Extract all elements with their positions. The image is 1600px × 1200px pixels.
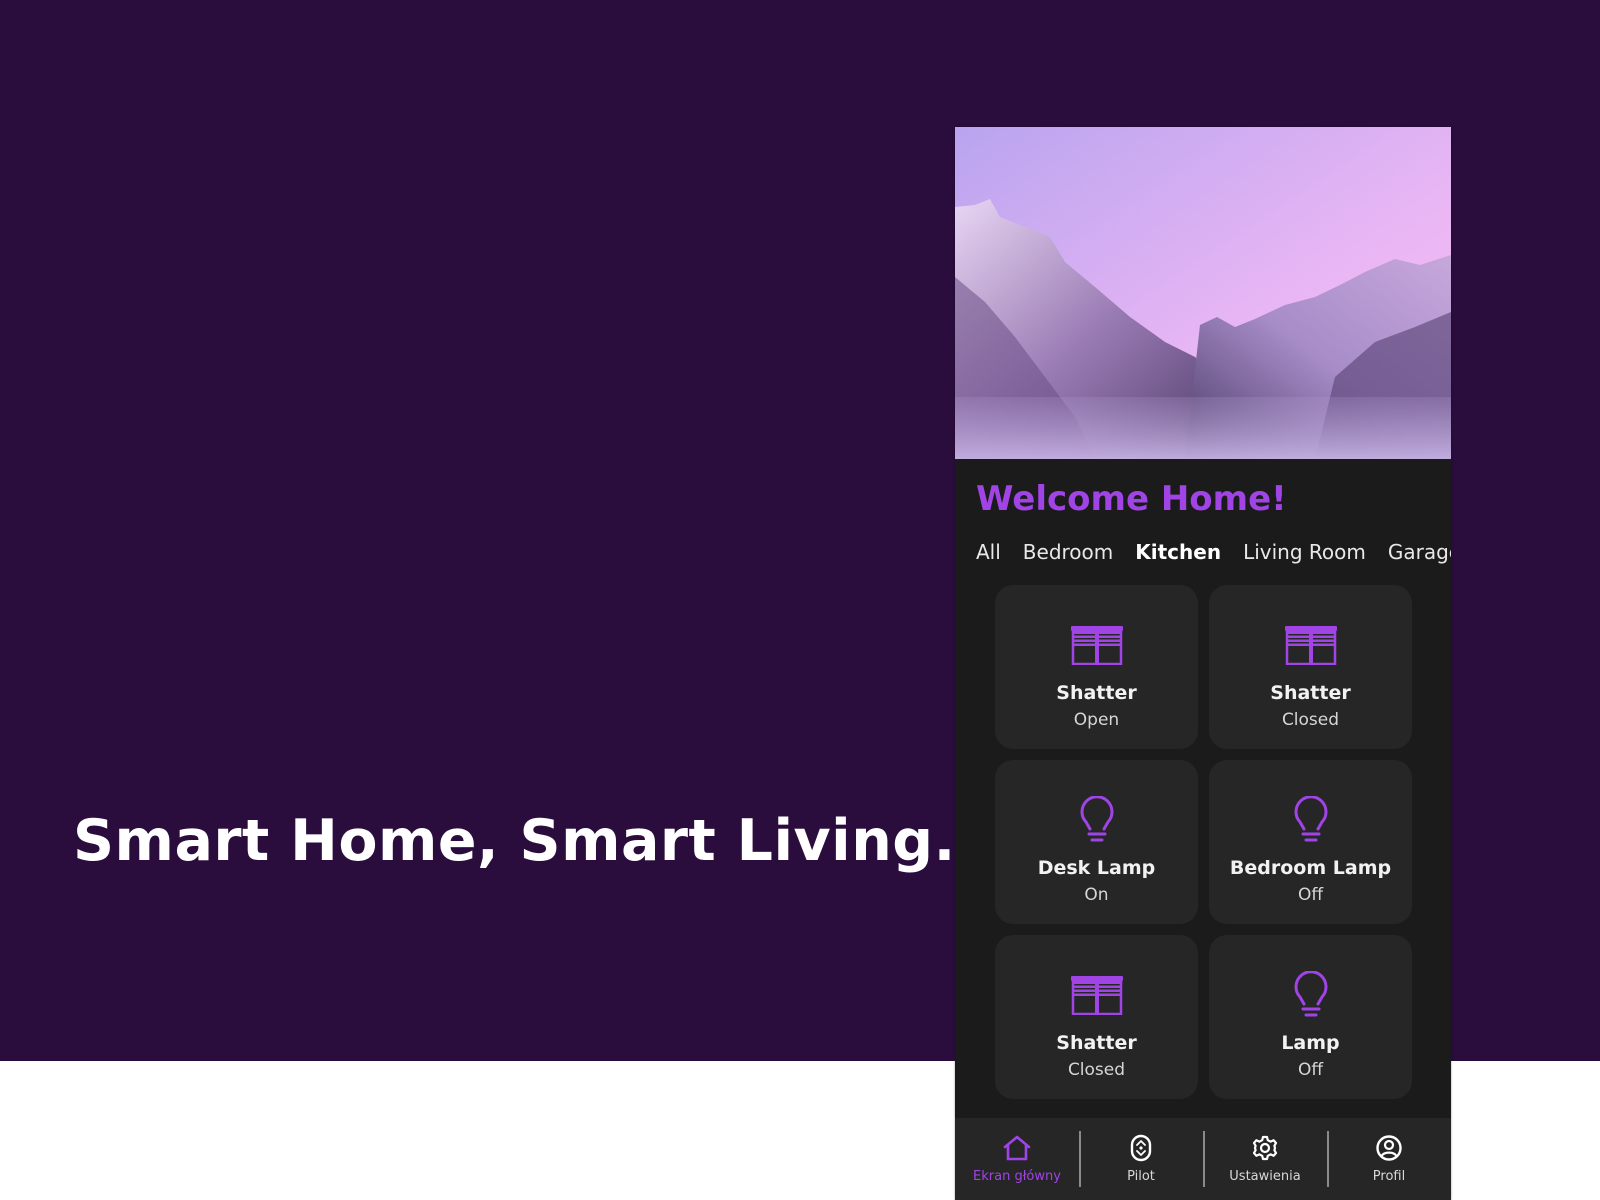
device-state: Off xyxy=(1297,885,1324,905)
lightbulb-icon xyxy=(1077,796,1117,843)
window-blinds-icon xyxy=(1070,972,1124,1018)
tab-garage[interactable]: Garage xyxy=(1388,540,1451,570)
device-state: Off xyxy=(1297,1060,1324,1080)
lightbulb-icon xyxy=(1291,796,1331,843)
device-name: Desk Lamp xyxy=(1037,857,1156,879)
device-card[interactable]: Desk Lamp On xyxy=(995,760,1198,924)
nav-label: Ekran główny xyxy=(973,1169,1061,1184)
device-name: Lamp xyxy=(1281,1032,1340,1054)
device-state: On xyxy=(1084,885,1109,905)
nav-label: Ustawienia xyxy=(1229,1169,1301,1184)
phone-mockup: Welcome Home! All Bedroom Kitchen Living… xyxy=(955,127,1451,1200)
nav-label: Profil xyxy=(1372,1169,1406,1184)
window-blinds-icon xyxy=(1070,622,1124,668)
tab-all[interactable]: All xyxy=(976,540,1001,570)
lightbulb-icon xyxy=(1291,971,1331,1018)
device-state: Closed xyxy=(1281,710,1340,730)
tab-bedroom[interactable]: Bedroom xyxy=(1023,540,1113,570)
device-card[interactable]: Shatter Closed xyxy=(1209,585,1412,749)
device-card[interactable]: Shatter Closed xyxy=(995,935,1198,1099)
tagline: Smart Home, Smart Living. xyxy=(73,808,956,874)
gear-icon xyxy=(1251,1134,1279,1167)
nav-home[interactable]: Ekran główny xyxy=(955,1118,1079,1200)
bottom-nav: Ekran główny Pilot Ustawienia Profil xyxy=(955,1118,1451,1200)
tab-kitchen[interactable]: Kitchen xyxy=(1135,540,1221,570)
nav-label: Pilot xyxy=(1127,1169,1155,1184)
device-card[interactable]: Lamp Off xyxy=(1209,935,1412,1099)
device-name: Shatter xyxy=(1056,1032,1137,1054)
tab-living-room[interactable]: Living Room xyxy=(1243,540,1366,570)
remote-icon xyxy=(1127,1134,1155,1167)
nav-profile[interactable]: Profil xyxy=(1327,1118,1451,1200)
header-photo xyxy=(955,127,1451,459)
home-icon xyxy=(1001,1134,1033,1167)
device-state: Open xyxy=(1073,710,1120,730)
device-name: Shatter xyxy=(1056,682,1137,704)
device-grid: Shatter Open Shatter Closed Desk Lamp On… xyxy=(995,585,1412,1099)
device-state: Closed xyxy=(1067,1060,1126,1080)
profile-icon xyxy=(1375,1134,1403,1167)
nav-pilot[interactable]: Pilot xyxy=(1079,1118,1203,1200)
room-tabs: All Bedroom Kitchen Living Room Garage xyxy=(976,540,1451,570)
welcome-title: Welcome Home! xyxy=(976,479,1287,519)
device-name: Shatter xyxy=(1270,682,1351,704)
device-name: Bedroom Lamp xyxy=(1229,857,1392,879)
window-blinds-icon xyxy=(1284,622,1338,668)
nav-settings[interactable]: Ustawienia xyxy=(1203,1118,1327,1200)
device-card[interactable]: Bedroom Lamp Off xyxy=(1209,760,1412,924)
device-card[interactable]: Shatter Open xyxy=(995,585,1198,749)
